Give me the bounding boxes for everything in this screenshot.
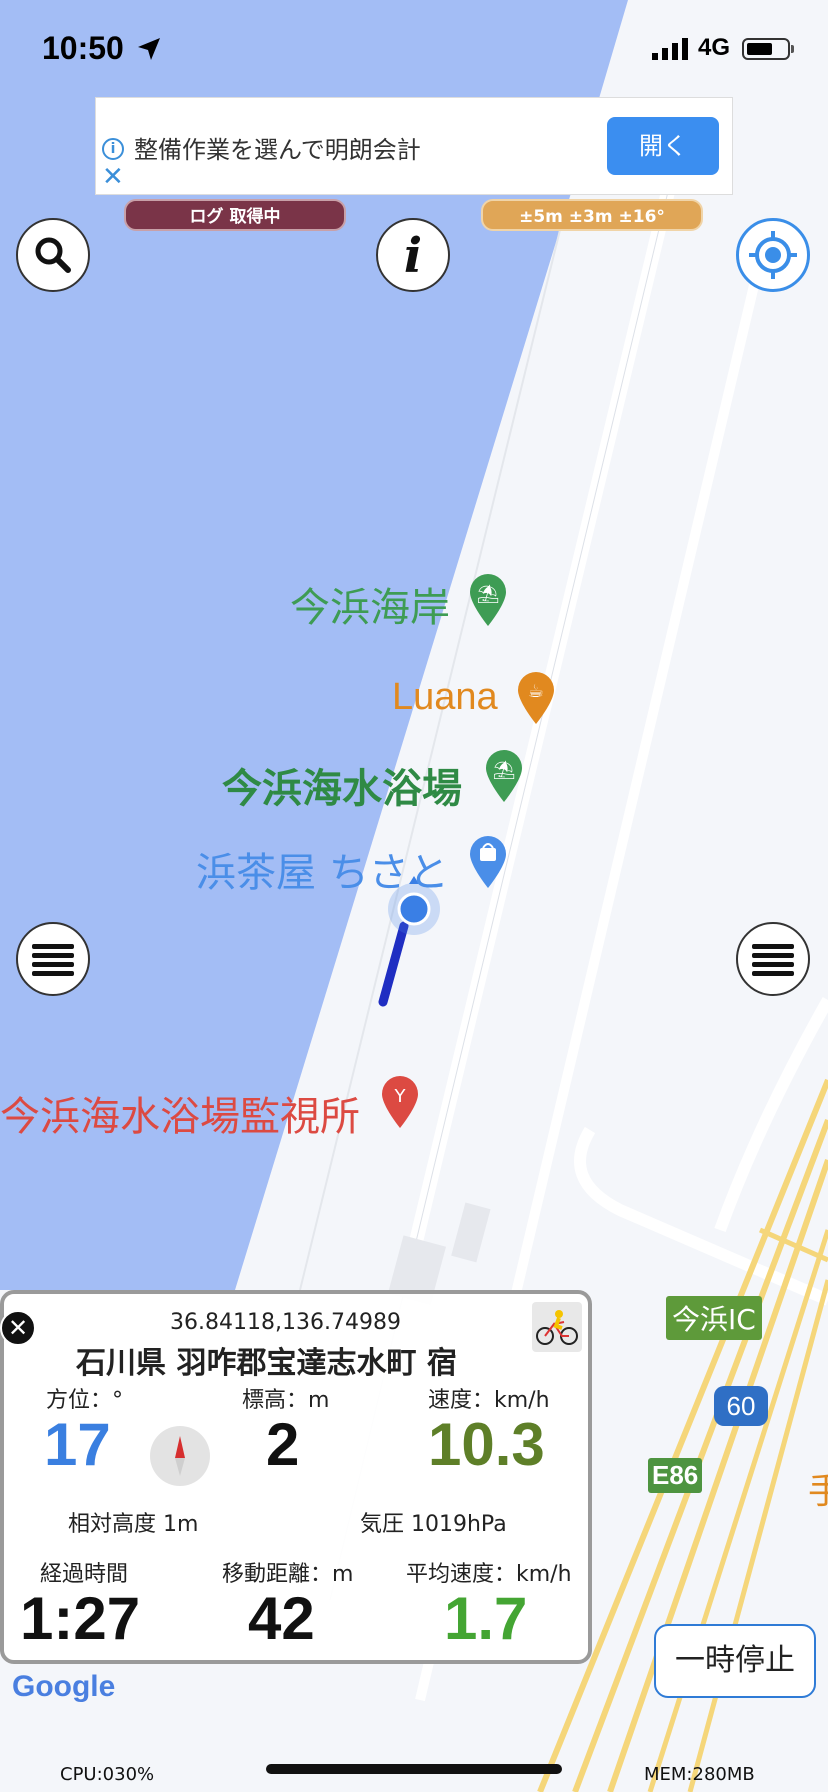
elapsed-value: 1:27 <box>20 1585 141 1652</box>
cafe-pin-icon[interactable]: ☕ <box>516 670 556 726</box>
pressure: 気圧 1019hPa <box>360 1512 507 1537</box>
altitude-value: 2 <box>266 1411 300 1478</box>
status-time: 10:50 <box>42 30 124 66</box>
menu-icon <box>752 944 794 976</box>
cpu-usage: CPU:030% <box>60 1764 155 1785</box>
network-type: 4G <box>698 34 731 61</box>
signal-icon <box>652 38 688 60</box>
svg-text:⛱: ⛱ <box>477 584 500 605</box>
info-panel[interactable]: 36.84118,136.74989 石川県 羽咋郡宝達志水町 宿 方位：° 標… <box>0 1290 592 1664</box>
ad-text[interactable]: 整備作業を選んで明朗会計 <box>134 130 421 165</box>
pause-button[interactable]: 一時停止 <box>654 1624 816 1698</box>
location-arrow-icon <box>138 38 160 60</box>
map-label-imahama-ic[interactable]: 今浜IC <box>666 1296 762 1340</box>
svg-text:⛱: ⛱ <box>493 760 516 781</box>
locate-button[interactable] <box>736 218 810 292</box>
log-status-badge: ログ 取得中 <box>124 199 346 231</box>
relative-altitude: 相対高度 1m <box>68 1512 199 1537</box>
shop-pin-icon[interactable] <box>468 834 508 890</box>
search-icon <box>35 237 71 273</box>
accuracy-badge: ±5m ±3m ±16° <box>481 199 703 231</box>
info-icon: i <box>404 228 422 284</box>
e86-shield: E86 <box>648 1458 703 1493</box>
beach-pin-icon[interactable]: ⛱ <box>484 748 524 804</box>
left-menu-button[interactable] <box>16 922 90 996</box>
map-label-kaisuiyokujo[interactable]: 今浜海水浴場 <box>222 756 462 814</box>
distance-value: 42 <box>248 1585 315 1652</box>
speed-value: 10.3 <box>428 1411 545 1478</box>
coordinates: 36.84118,136.74989 <box>170 1310 401 1335</box>
battery-icon <box>742 38 790 60</box>
map-label-edge: 手 <box>808 1471 828 1512</box>
facility-pin-icon[interactable]: Y <box>380 1074 420 1130</box>
compass-icon <box>150 1426 210 1486</box>
crosshair-icon <box>749 231 797 279</box>
memory-usage: MEM:280MB <box>644 1764 755 1785</box>
search-button[interactable] <box>16 218 90 292</box>
google-logo: Google <box>12 1670 116 1703</box>
info-button[interactable]: i <box>376 218 450 292</box>
avg-speed-value: 1.7 <box>444 1585 528 1652</box>
ad-banner[interactable]: i ✕ 整備作業を選んで明朗会計 開く <box>95 97 733 195</box>
menu-icon <box>32 944 74 976</box>
route-60-shield: 60 <box>714 1386 768 1426</box>
svg-text:Y: Y <box>394 1086 407 1107</box>
home-indicator[interactable] <box>266 1764 562 1774</box>
ad-open-button[interactable]: 開く <box>607 117 719 175</box>
svg-text:☕: ☕ <box>528 681 544 702</box>
cyclist-icon[interactable] <box>532 1302 582 1352</box>
address: 石川県 羽咋郡宝達志水町 宿 <box>76 1346 457 1381</box>
right-menu-button[interactable] <box>736 922 810 996</box>
svg-text:i: i <box>404 228 422 284</box>
ad-close-icon[interactable]: ✕ <box>102 162 124 192</box>
beach-pin-icon[interactable]: ⛱ <box>468 572 508 628</box>
ad-info-icon[interactable]: i <box>102 138 124 160</box>
close-panel-button[interactable]: ✕ <box>0 1310 36 1346</box>
battery-tip <box>791 45 794 53</box>
map-label-luana[interactable]: Luana <box>392 676 498 719</box>
map-label-imahama-kaigan[interactable]: 今浜海岸 <box>290 575 450 633</box>
map-label-kanshijo[interactable]: 今浜海水浴場監視所 <box>0 1084 360 1142</box>
map-label-hamachaya[interactable]: 浜茶屋 ちさと <box>196 840 449 898</box>
heading-value: 17 <box>44 1411 111 1478</box>
